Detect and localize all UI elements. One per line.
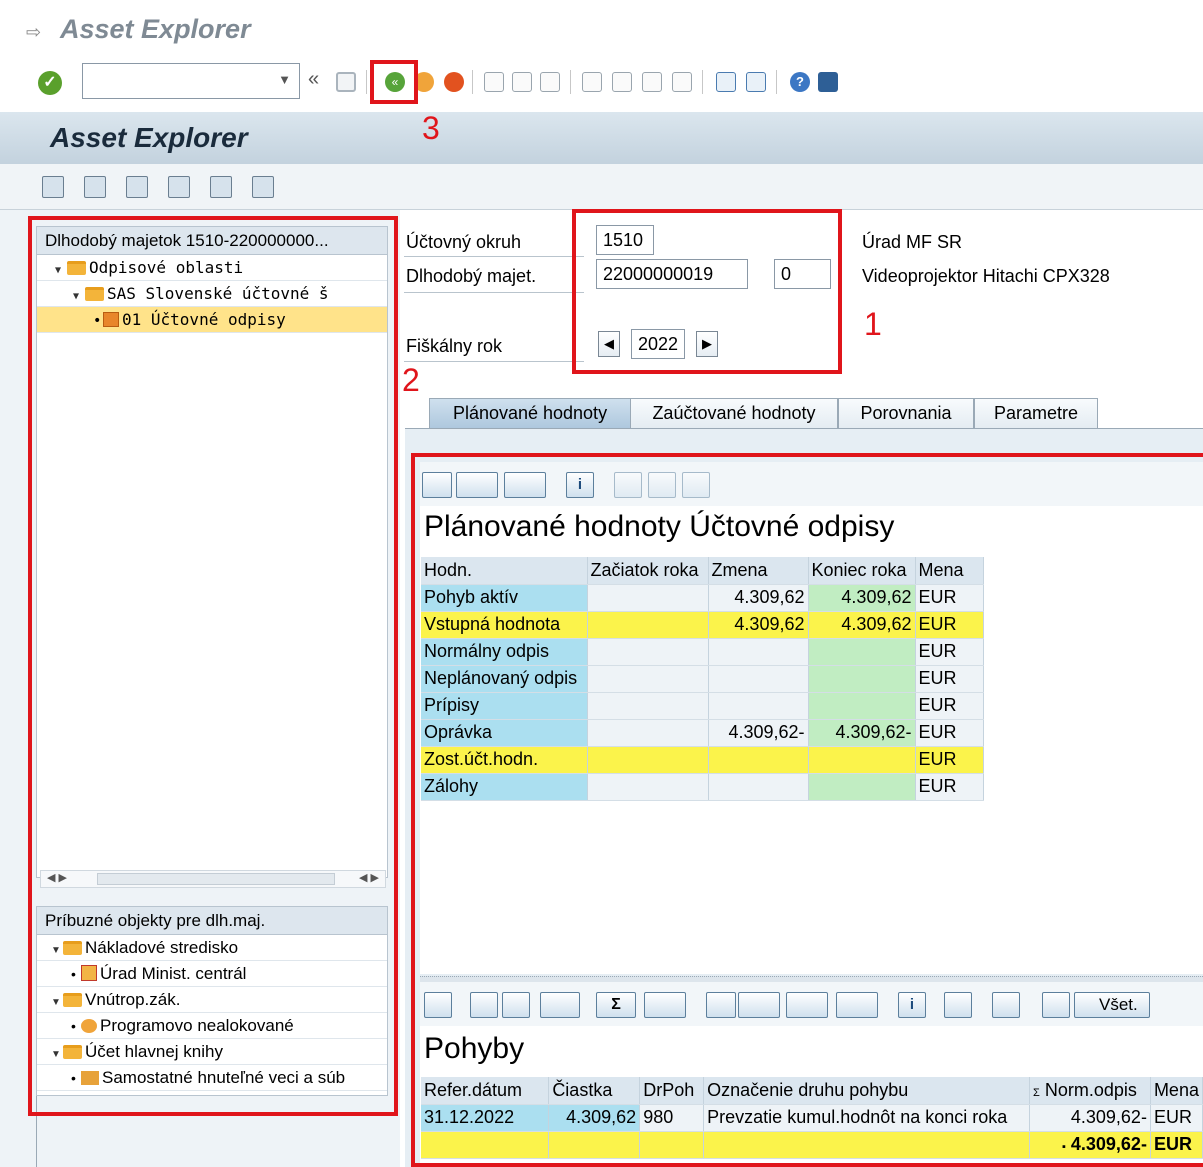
annotation-number-3: 3	[422, 110, 440, 146]
window-title: Asset Explorer	[60, 14, 251, 44]
label-underline	[404, 292, 584, 293]
find-next-icon[interactable]	[540, 72, 560, 92]
toolbar-separator	[366, 70, 367, 94]
shortcut-icon[interactable]	[746, 72, 766, 92]
annotation-box-2	[28, 216, 398, 1116]
help-icon[interactable]: ?	[790, 72, 810, 92]
toolbar-separator	[472, 70, 473, 94]
next-page-icon[interactable]	[642, 72, 662, 92]
tab-comparisons[interactable]: Porovnania	[838, 398, 974, 428]
asset-label: Dlhodobý majet.	[406, 266, 537, 286]
save-icon[interactable]	[336, 72, 356, 92]
tab-planned-values[interactable]: Plánované hodnoty	[429, 398, 631, 428]
layout-icon[interactable]	[252, 176, 274, 198]
menu-icon[interactable]: ⇨	[26, 22, 41, 43]
refresh-icon[interactable]	[42, 176, 64, 198]
annotation-number-2: 2	[402, 362, 420, 398]
toolbar-separator	[570, 70, 571, 94]
command-field[interactable]: ▼	[82, 63, 300, 99]
first-page-icon[interactable]	[582, 72, 602, 92]
annotation-box-3	[370, 60, 418, 104]
tab-parameters[interactable]: Parametre	[974, 398, 1098, 428]
print-icon[interactable]	[484, 72, 504, 92]
enter-check-icon[interactable]: ✓	[38, 71, 62, 95]
toolbar-separator	[776, 70, 777, 94]
tab-posted-values[interactable]: Zaúčtované hodnoty	[630, 398, 838, 428]
find-icon[interactable]	[512, 72, 532, 92]
simulation-icon[interactable]	[168, 176, 190, 198]
window-title-bar: ⇨ Asset Explorer	[0, 0, 1203, 56]
last-page-icon[interactable]	[672, 72, 692, 92]
previous-page-icon[interactable]	[612, 72, 632, 92]
annotation-number-1: 1	[864, 306, 882, 342]
display-change-icon[interactable]	[84, 176, 106, 198]
label-underline	[404, 256, 584, 257]
app-title: Asset Explorer	[50, 122, 248, 153]
annotation-box-alv	[411, 453, 1203, 1167]
new-session-icon[interactable]	[716, 72, 736, 92]
annotation-box-1	[572, 209, 842, 374]
toolbar-separator	[702, 70, 703, 94]
dropdown-arrow-icon[interactable]: ▼	[278, 72, 291, 87]
report-icon[interactable]	[210, 176, 232, 198]
customize-layout-icon[interactable]	[818, 72, 838, 92]
collapse-toolbar-icon[interactable]: «	[308, 68, 319, 91]
fiscal-year-label: Fiškálny rok	[406, 336, 503, 356]
cancel-icon[interactable]	[444, 72, 464, 92]
asset-master-icon[interactable]	[126, 176, 148, 198]
company-code-label: Účtovný okruh	[406, 232, 522, 252]
label-underline	[404, 361, 584, 362]
asset-description: Videoprojektor Hitachi CPX328	[862, 266, 1110, 286]
company-code-description: Úrad MF SR	[862, 232, 963, 252]
